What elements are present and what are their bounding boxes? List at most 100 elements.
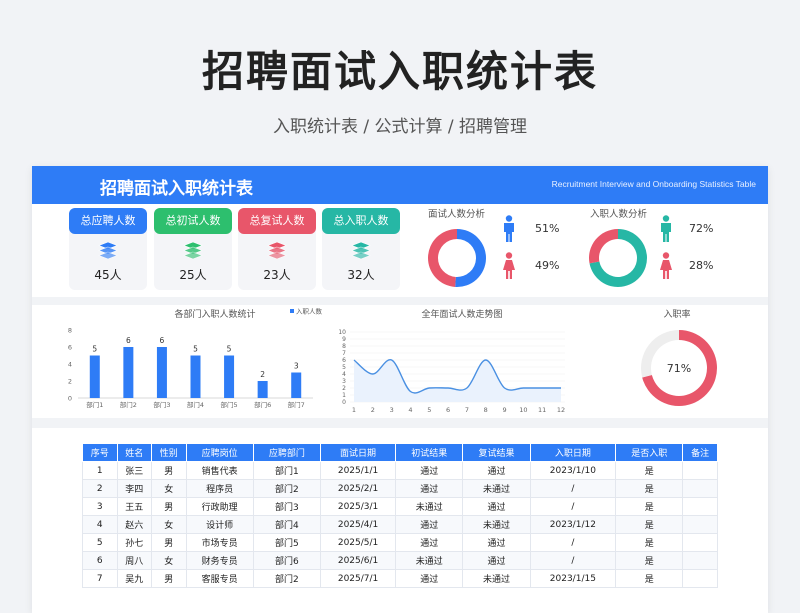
table-cell: 通过	[395, 533, 464, 552]
column-header: 初试结果	[395, 443, 464, 462]
bar	[224, 355, 235, 398]
bar-data-label: 5	[193, 345, 198, 354]
kpi-label: 总应聘人数	[69, 208, 147, 234]
table-row: 4 赵六女设计师 部门4 2025/4/1 通过 未通过 2023/1/12 是	[82, 515, 718, 534]
table-cell: 部门2	[252, 479, 321, 498]
column-header: 复试结果	[462, 443, 531, 462]
kpi-value: 25人	[179, 268, 207, 282]
bar-data-label: 2	[260, 370, 265, 379]
table-cell: 是	[615, 461, 684, 480]
x-tick-label: 5	[427, 406, 431, 414]
y-tick-label: 8	[68, 327, 72, 335]
interview-analysis-title: 面试人数分析	[428, 209, 486, 220]
table-cell: 未通过	[395, 551, 464, 570]
table-cell: 部门3	[252, 497, 321, 516]
layers-icon	[183, 242, 203, 260]
interview-male-pct: 51%	[535, 222, 560, 235]
table-header-row: 序号 姓名 性别 应聘岗位 应聘部门 面试日期 初试结果 复试结果 入职日期 是否入职 备注	[82, 443, 718, 462]
y-tick-label: 5	[342, 364, 346, 371]
x-tick-label: 部门1	[86, 400, 103, 409]
table-cell	[682, 533, 718, 552]
onboard-female-pct: 28%	[689, 259, 714, 272]
table-cell: 5	[82, 533, 118, 552]
sheet-header: 招聘面试入职统计表 Recruitment Interview and Onbo…	[32, 166, 768, 204]
column-header: 备注	[682, 443, 718, 462]
bar	[190, 355, 201, 398]
table-cell: 女	[151, 479, 187, 498]
page-title: 招聘面试入职统计表	[201, 47, 598, 96]
table-cell: 通过	[395, 515, 464, 534]
y-tick-label: 6	[342, 357, 346, 364]
column-header: 序号	[82, 443, 118, 462]
table-cell: 通过	[462, 461, 531, 480]
layers-icon	[267, 242, 287, 260]
x-tick-label: 2	[371, 406, 375, 414]
male-icon	[504, 215, 514, 242]
table-cell: 2023/1/12	[529, 515, 617, 534]
kpi-card: 总入职人数 32人	[322, 208, 400, 290]
table-cell: 李四	[116, 479, 153, 498]
table-cell: /	[529, 479, 617, 498]
table-cell: 2025/1/1	[319, 461, 397, 480]
table-cell: 通过	[462, 533, 531, 552]
table-cell	[682, 515, 718, 534]
table-cell	[682, 497, 718, 516]
table-cell	[682, 479, 718, 498]
y-tick-label: 3	[342, 378, 346, 385]
x-tick-label: 部门7	[288, 400, 305, 409]
x-tick-label: 部门5	[221, 400, 238, 409]
table-cell: 2025/2/1	[319, 479, 397, 498]
y-tick-label: 10	[338, 329, 346, 336]
layers-icon	[351, 242, 371, 260]
kpi-card: 总复试人数 23人	[238, 208, 316, 290]
x-tick-label: 9	[502, 406, 506, 414]
table-cell: 7	[82, 569, 118, 588]
table-cell: 男	[151, 569, 187, 588]
table-cell: 是	[615, 551, 684, 570]
kpi-value: 32人	[347, 268, 375, 282]
onboard-male-pct: 72%	[689, 222, 714, 235]
table-cell: 女	[151, 515, 187, 534]
y-tick-label: 0	[342, 399, 346, 406]
page-subtitle: 入职统计表 / 公式计算 / 招聘管理	[272, 117, 528, 137]
donut-slice-male	[455, 229, 487, 287]
table-row: 2 李四女程序员 部门2 2025/2/1 通过 未通过 / 是	[82, 479, 718, 498]
layers-icon	[98, 242, 118, 260]
kpi-label: 总入职人数	[322, 208, 400, 234]
recruitment-table: 序号 姓名 性别 应聘岗位 应聘部门 面试日期 初试结果 复试结果 入职日期 是否入职 备注 1 张三…	[82, 443, 718, 588]
table-cell: 2023/1/10	[529, 461, 617, 480]
interview-gender-donut	[428, 229, 487, 287]
bar-data-label: 5	[227, 345, 232, 354]
x-tick-label: 12	[557, 406, 565, 414]
bar	[123, 347, 134, 398]
y-tick-label: 2	[68, 378, 72, 386]
table-row: 1 张三男销售代表 部门1 2025/1/1 通过 通过 2023/1/10 是	[82, 461, 718, 480]
table-cell: 2023/1/15	[529, 569, 617, 588]
kpi-label: 总初试人数	[154, 208, 232, 234]
x-tick-label: 3	[390, 406, 394, 414]
table-cell: /	[529, 497, 617, 516]
table-cell: 通过	[462, 497, 531, 516]
table-row: 6 周八女财务专员 部门6 2025/6/1 未通过 通过 / 是	[82, 551, 718, 570]
table-cell: 未通过	[462, 479, 531, 498]
table-cell: 男	[151, 461, 187, 480]
table-cell: 男	[151, 533, 187, 552]
x-tick-label: 6	[446, 406, 450, 414]
bar	[257, 381, 268, 398]
table-cell: 财务专员	[185, 551, 254, 570]
x-tick-label: 8	[484, 406, 488, 414]
table-cell: 吴九	[116, 569, 153, 588]
kpi-value: 45人	[94, 268, 122, 282]
table-cell: 孙七	[116, 533, 153, 552]
table-cell: 是	[615, 479, 684, 498]
bar	[89, 355, 100, 398]
column-header: 应聘岗位	[185, 443, 254, 462]
line-chart-title: 全年面试人数走势图	[421, 308, 502, 320]
x-tick-label: 7	[465, 406, 469, 414]
legend-swatch	[290, 309, 294, 313]
interview-female-pct: 49%	[535, 259, 560, 272]
table-cell: 未通过	[462, 515, 531, 534]
table-cell: 6	[82, 551, 118, 570]
donut-slice-female	[589, 229, 618, 264]
table-cell: 通过	[395, 479, 464, 498]
